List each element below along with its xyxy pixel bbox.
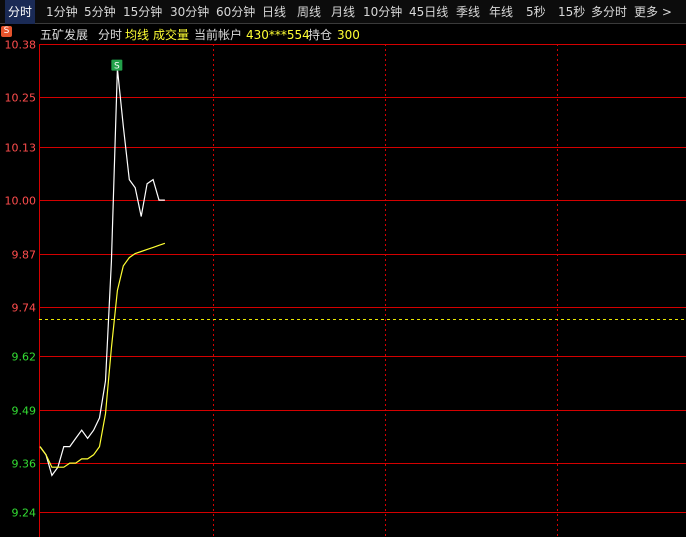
y-tick-label: 10.25 xyxy=(5,92,37,105)
y-tick-label: 9.36 xyxy=(12,458,37,471)
y-tick-label: 9.49 xyxy=(12,405,37,418)
y-tick-label: 10.38 xyxy=(5,39,37,52)
price-line xyxy=(39,68,165,477)
y-tick-label: 9.74 xyxy=(12,302,37,315)
sell-marker-label: S xyxy=(114,62,120,72)
y-tick-label: 9.87 xyxy=(12,249,37,262)
y-tick-label: 9.62 xyxy=(12,351,37,364)
y-tick-label: 9.24 xyxy=(12,507,37,520)
y-tick-label: 10.00 xyxy=(5,195,37,208)
intraday-chart: 10.38 10.25 10.13 10.00 9.87 9.74 9.62 9.49 9.36… xyxy=(5,39,686,537)
avg-price-line xyxy=(39,242,166,468)
y-tick-label: 10.13 xyxy=(5,142,37,155)
